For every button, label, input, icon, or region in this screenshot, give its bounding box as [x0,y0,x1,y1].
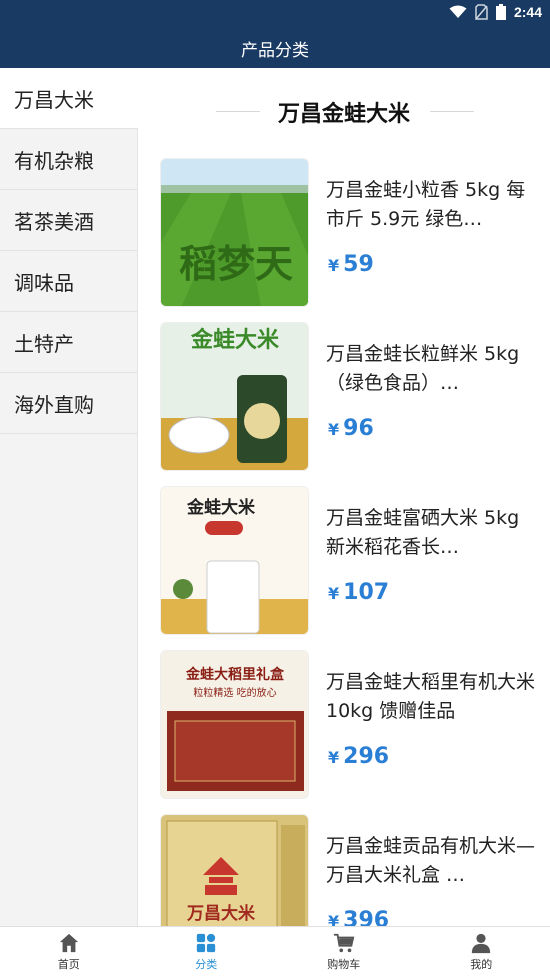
section-title: 万昌金蛙大米 [277,102,410,127]
cart-icon [333,933,355,953]
tab-label: 首页 [57,958,80,971]
product-name: 万昌金蛙长粒鲜米 5kg（绿色食品）… [326,343,520,394]
sidebar-item-tea-wine[interactable]: 茗茶美酒 [0,190,137,251]
status-bar: 2:44 [0,0,550,26]
battery-icon [495,4,506,20]
product-image: 金蛙大米 [160,486,309,635]
product-card[interactable]: 金蛙大稻里礼盒 粒粒精选 吃的放心 万昌金蛙大稻里有机大米 10kg 馈赠佳品 … [160,650,540,800]
product-image: 稻梦天 [160,158,309,307]
user-icon [472,933,491,954]
sidebar-item-label: 茗茶美酒 [14,209,94,234]
sidebar-item-label: 万昌大米 [14,87,94,112]
sidebar-item-label: 海外直购 [14,392,94,417]
product-price: ¥396 [328,908,390,926]
tab-category[interactable]: 分类 [138,927,276,977]
svg-text:金蛙大米: 金蛙大米 [186,497,256,518]
tab-label: 分类 [195,958,218,971]
product-name: 万昌金蛙大稻里有机大米 10kg 馈赠佳品 [326,671,536,722]
no-sim-icon [475,4,488,20]
home-icon [59,933,78,953]
section-header: 万昌金蛙大米 [138,94,550,128]
svg-text:金蛙大米: 金蛙大米 [190,327,280,353]
svg-text:稻梦天: 稻梦天 [179,242,293,286]
product-image: 万昌大米 [160,814,309,926]
tab-cart[interactable]: 购物车 [275,927,413,977]
product-price: ¥296 [328,744,390,769]
sidebar-item-overseas[interactable]: 海外直购 [0,373,137,434]
sidebar-item-label: 调味品 [14,270,74,295]
category-sidebar: 万昌大米 有机杂粮 茗茶美酒 调味品 土特产 海外直购 [0,68,138,926]
app-header: 2:44 产品分类 [0,0,550,68]
product-card[interactable]: 稻梦天 万昌金蛙小粒香 5kg 每市斤 5.9元 绿色… ¥59 [160,158,540,308]
product-price: ¥96 [328,416,374,441]
sidebar-item-wanchang-rice[interactable]: 万昌大米 [0,68,138,129]
tab-label: 购物车 [327,958,361,971]
product-card[interactable]: 金蛙大米 万昌金蛙长粒鲜米 5kg（绿色食品）… ¥96 [160,322,540,472]
svg-text:万昌大米: 万昌大米 [186,903,256,924]
sidebar-item-seasoning[interactable]: 调味品 [0,251,137,312]
bottom-nav: 首页 分类 购物车 我的 [0,926,550,977]
category-icon [197,933,216,953]
product-price: ¥59 [328,252,374,277]
tab-profile[interactable]: 我的 [413,927,550,977]
tab-label: 我的 [470,958,493,971]
svg-text:金蛙大稻里礼盒: 金蛙大稻里礼盒 [185,666,285,683]
page-title: 产品分类 [241,41,309,61]
product-image: 金蛙大稻里礼盒 粒粒精选 吃的放心 [160,650,309,799]
sidebar-item-label: 土特产 [14,331,74,356]
product-card[interactable]: 金蛙大米 万昌金蛙富硒大米 5kg 新米稻花香长… ¥107 [160,486,540,636]
svg-text:粒粒精选 吃的放心: 粒粒精选 吃的放心 [193,686,276,699]
wifi-icon [449,5,467,18]
product-image: 金蛙大米 [160,322,309,471]
sidebar-item-local-specialty[interactable]: 土特产 [0,312,137,373]
sidebar-item-organic-grains[interactable]: 有机杂粮 [0,129,137,190]
sidebar-item-label: 有机杂粮 [14,148,94,173]
product-price: ¥107 [328,580,390,605]
product-list[interactable]: 万昌金蛙大米 稻梦天 万昌金蛙小粒香 5kg 每市斤 5.9元 绿色… ¥59 … [138,68,550,926]
product-name: 万昌金蛙贡品有机大米—万昌大米礼盒 … [326,835,536,886]
divider [430,111,474,112]
product-card[interactable]: 万昌大米 万昌金蛙贡品有机大米—万昌大米礼盒 … ¥396 [160,814,540,926]
product-name: 万昌金蛙富硒大米 5kg 新米稻花香长… [326,507,520,558]
tab-home[interactable]: 首页 [0,927,138,977]
status-time: 2:44 [513,4,542,20]
product-name: 万昌金蛙小粒香 5kg 每市斤 5.9元 绿色… [326,179,526,230]
